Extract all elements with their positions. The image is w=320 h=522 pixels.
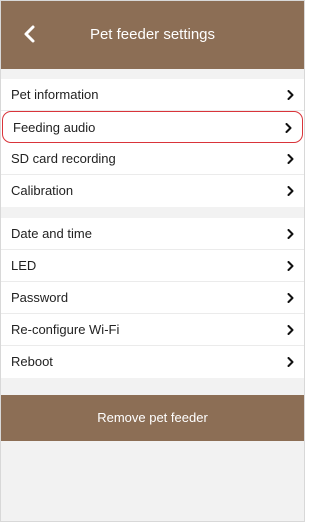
chevron-right-icon <box>285 123 292 133</box>
settings-item-calibration[interactable]: Calibration <box>1 175 304 207</box>
settings-item-label: Re-configure Wi-Fi <box>11 322 120 337</box>
settings-group-device: Pet information Feeding audio SD card re… <box>1 79 304 207</box>
settings-item-led[interactable]: LED <box>1 250 304 282</box>
chevron-right-icon <box>287 325 294 335</box>
top-app-bar: Pet feeder settings <box>1 1 304 69</box>
chevron-left-icon[interactable] <box>19 23 41 45</box>
chevron-right-icon <box>287 357 294 367</box>
settings-item-label: Feeding audio <box>13 120 96 135</box>
settings-item-password[interactable]: Password <box>1 282 304 314</box>
settings-item-label: Pet information <box>11 87 99 102</box>
settings-item-label: Date and time <box>11 226 92 241</box>
page-title: Pet feeder settings <box>89 26 216 43</box>
settings-item-reconfigure-wifi[interactable]: Re-configure Wi-Fi <box>1 314 304 346</box>
settings-group-system: Date and time LED Password Re-configure … <box>1 218 304 378</box>
settings-item-date-and-time[interactable]: Date and time <box>1 218 304 250</box>
settings-item-label: LED <box>11 258 37 273</box>
chevron-right-icon <box>287 154 294 164</box>
settings-item-sd-card-recording[interactable]: SD card recording <box>1 143 304 175</box>
settings-item-label: Password <box>11 290 69 305</box>
settings-item-feeding-audio[interactable]: Feeding audio <box>2 111 303 143</box>
chevron-right-icon <box>287 90 294 100</box>
settings-item-pet-information[interactable]: Pet information <box>1 79 304 111</box>
chevron-right-icon <box>287 229 294 239</box>
chevron-right-icon <box>287 186 294 196</box>
settings-item-label: Calibration <box>11 183 74 198</box>
app-screen: Pet feeder settings Pet information Feed… <box>0 0 305 522</box>
settings-item-label: Reboot <box>11 354 53 369</box>
chevron-right-icon <box>287 261 294 271</box>
settings-item-label: SD card recording <box>11 151 116 166</box>
settings-item-reboot[interactable]: Reboot <box>1 346 304 378</box>
chevron-right-icon <box>287 293 294 303</box>
remove-pet-feeder-button[interactable]: Remove pet feeder <box>1 395 304 441</box>
